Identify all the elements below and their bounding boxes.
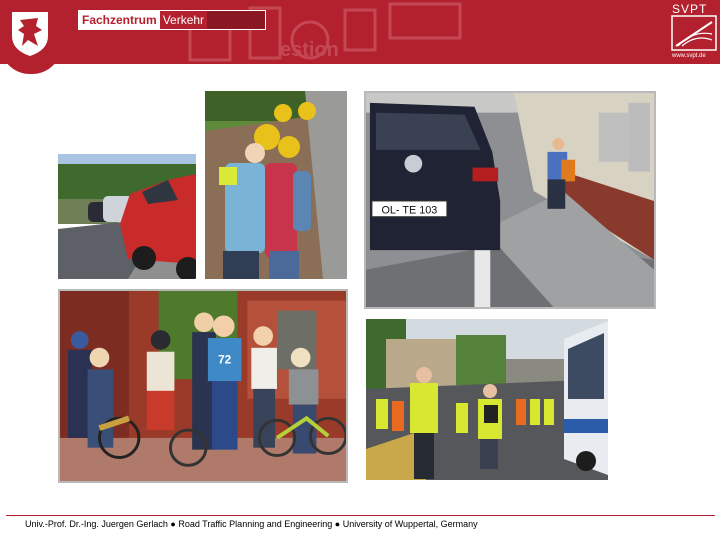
lion-crest-icon [12, 12, 48, 56]
car-and-schoolchild-on-sidewalk-photo: OL- TE 103 [364, 91, 656, 309]
children-reading-map-photo [205, 91, 347, 279]
brand-part1: Fachzentrum [79, 11, 160, 29]
crest-tab [0, 0, 62, 74]
children-with-bicycles-photo: 72 [58, 289, 348, 483]
jersey-number: 72 [218, 354, 232, 367]
license-plate: OL- TE 103 [381, 205, 437, 217]
footer-divider [6, 515, 715, 516]
svpt-logo-title: SVPT [672, 2, 708, 16]
brand-label: Fachzentrum Verkehr [78, 10, 267, 30]
brand-pictogram [207, 11, 266, 29]
svg-text:estion: estion [280, 39, 339, 61]
brand-part2: Verkehr [159, 11, 208, 29]
header-band: estion Fachzentrum Verkehr SVPT www.svpt… [0, 0, 720, 64]
parked-cars-street-photo [58, 154, 196, 279]
svpt-url: www.svpt.de [672, 53, 706, 59]
footer-credit: Univ.-Prof. Dr.-Ing. Juergen Gerlach ● R… [25, 519, 478, 529]
group-in-safety-vests-near-bus-photo [366, 319, 608, 480]
